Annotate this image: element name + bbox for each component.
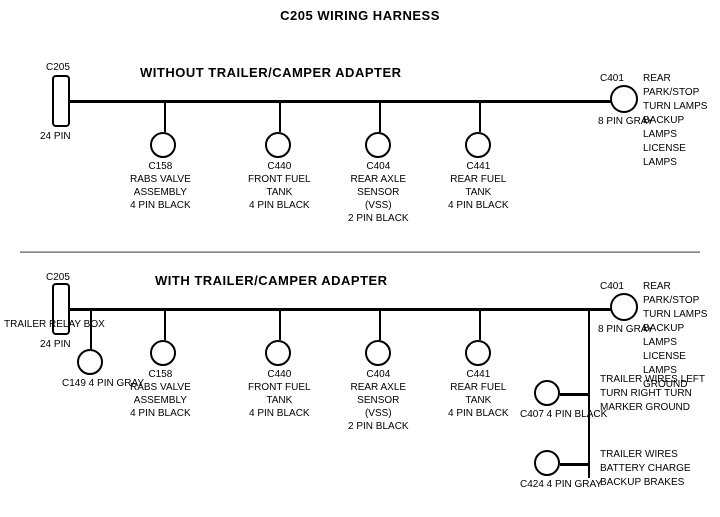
c404-circle-s1 [365, 132, 391, 158]
vline-c441-s2 [479, 310, 481, 340]
c401-label-s2: C401 [600, 280, 624, 293]
c401-label-s1: C401 [600, 72, 624, 85]
hline-s2 [70, 308, 616, 311]
c424-desc-s2: TRAILER WIRES BATTERY CHARGE BACKUP BRAK… [600, 448, 720, 490]
c401-desc-s1: REAR PARK/STOP TURN LAMPS BACKUP LAMPS L… [643, 72, 720, 170]
diagram-container: WITHOUT TRAILER/CAMPER ADAPTER C205 24 P… [0, 23, 720, 513]
vline-c440-s1 [279, 102, 281, 132]
c401-circle-s2 [610, 293, 638, 321]
hline-s1 [70, 100, 616, 103]
c440-label-s1: C440FRONT FUELTANK4 PIN BLACK [248, 160, 311, 212]
c149-circle-s2 [77, 349, 103, 375]
vline-c158-s1 [164, 102, 166, 132]
vline-c440-s2 [279, 310, 281, 340]
c205-pin-s2: 24 PIN [40, 338, 71, 351]
section2-label: WITH TRAILER/CAMPER ADAPTER [155, 273, 388, 288]
c404-circle-s2 [365, 340, 391, 366]
c441-circle-s2 [465, 340, 491, 366]
c404-label-s2: C404REAR AXLESENSOR(VSS)2 PIN BLACK [348, 368, 409, 433]
hline-c407 [560, 393, 590, 396]
c440-circle-s1 [265, 132, 291, 158]
vline-c404-s2 [379, 310, 381, 340]
c441-circle-s1 [465, 132, 491, 158]
c158-circle-s2 [150, 340, 176, 366]
c158-circle-s1 [150, 132, 176, 158]
c440-label-s2: C440FRONT FUELTANK4 PIN BLACK [248, 368, 311, 420]
vline-c441-s1 [479, 102, 481, 132]
c424-label-s2: C424 4 PIN GRAY [520, 478, 602, 491]
c158-label-s1: C158RABS VALVEASSEMBLY4 PIN BLACK [130, 160, 191, 212]
c205-label-s2: C205 [46, 271, 70, 284]
vline-c404-s1 [379, 102, 381, 132]
c424-circle-s2 [534, 450, 560, 476]
c407-label-s2: C407 4 PIN BLACK [520, 408, 607, 421]
hline-c424 [560, 463, 590, 466]
c404-label-s1: C404REAR AXLESENSOR(VSS)2 PIN BLACK [348, 160, 409, 225]
divider [20, 251, 700, 253]
c158-label-s2: C158RABS VALVEASSEMBLY4 PIN BLACK [130, 368, 191, 420]
c407-desc-s2: TRAILER WIRES LEFT TURN RIGHT TURN MARKE… [600, 373, 720, 415]
c205-rect-s1 [52, 75, 70, 127]
c401-circle-s1 [610, 85, 638, 113]
page-title: C205 WIRING HARNESS [0, 0, 720, 23]
trailer-relay-label: TRAILER RELAY BOX [4, 318, 105, 331]
vline-c158-s2 [164, 310, 166, 340]
c407-circle-s2 [534, 380, 560, 406]
c440-circle-s2 [265, 340, 291, 366]
c441-label-s1: C441REAR FUELTANK4 PIN BLACK [448, 160, 509, 212]
c205-label-s1: C205 [46, 61, 70, 74]
c441-label-s2: C441REAR FUELTANK4 PIN BLACK [448, 368, 509, 420]
section1-label: WITHOUT TRAILER/CAMPER ADAPTER [140, 65, 402, 80]
c205-pin-s1: 24 PIN [40, 130, 71, 143]
